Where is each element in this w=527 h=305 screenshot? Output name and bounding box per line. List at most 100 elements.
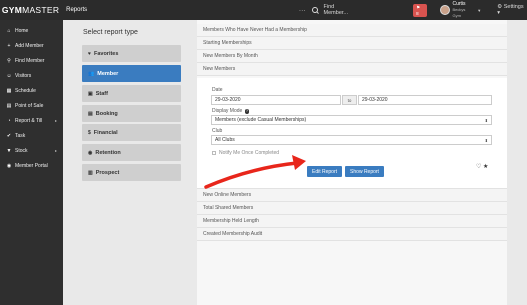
sidebar-item-member-portal[interactable]: ◉ Member Portal <box>0 158 63 173</box>
club-select[interactable]: All Clubs ⬍ <box>211 135 492 145</box>
sidebar-item-schedule[interactable]: ▦ Schedule <box>0 83 63 98</box>
report-type-label: Booking <box>95 110 118 117</box>
select-arrows-icon: ⬍ <box>484 137 488 143</box>
report-list-item[interactable]: New Members <box>197 63 507 76</box>
report-list-item[interactable]: Members Who Have Never Had a Membership <box>197 24 507 37</box>
stock-icon: ▼ <box>6 147 12 154</box>
logo-text-master: MASTER <box>22 5 60 15</box>
report-type-label: Staff <box>95 90 108 97</box>
sidebar-item-label: Home <box>15 27 29 34</box>
notify-label: Notify Me Once Completed <box>219 150 280 156</box>
report-type-label: Member <box>97 70 119 77</box>
sidebar-item-stock[interactable]: ▼ Stock ▸ <box>0 143 63 158</box>
booking-icon: ▤ <box>88 110 93 117</box>
report-list-item[interactable]: Starting Memberships <box>197 37 507 50</box>
sidebar-item-visitors[interactable]: ☺ Visitors <box>0 68 63 83</box>
report-type-heading: Select report type <box>83 29 138 36</box>
task-icon: ✔ <box>6 132 12 139</box>
report-type-prospect[interactable]: ▥ Prospect <box>82 164 181 181</box>
portal-icon: ◉ <box>6 162 12 169</box>
notify-checkbox[interactable] <box>212 151 216 155</box>
report-type-retention[interactable]: ◉ Retention <box>82 144 181 161</box>
gymmaster-logo[interactable]: GYM MASTER <box>0 0 61 20</box>
report-list-item[interactable]: Membership Held Length <box>197 215 507 228</box>
calendar-icon: ▦ <box>6 87 12 94</box>
find-member-search-input[interactable]: Find Member... <box>324 4 360 16</box>
sidebar-item-label: Point of Sale <box>15 102 44 109</box>
sidebar-item-label: Find Member <box>15 57 45 64</box>
member-icon: 👥 <box>88 70 95 77</box>
plus-icon: + <box>7 42 11 49</box>
user-menu[interactable]: Curtis Beckys Gym <box>453 1 475 19</box>
report-type-financial[interactable]: $ Financial <box>82 124 181 141</box>
favorites-icon: ♥ <box>88 50 91 57</box>
more-icon[interactable]: ... <box>299 7 306 13</box>
report-icon: ◔ <box>7 117 11 124</box>
avatar[interactable] <box>439 5 450 15</box>
sidebar-item-report-till[interactable]: ◔ Report & Till ▸ <box>0 113 63 128</box>
retention-icon: ◉ <box>88 149 93 156</box>
report-type-member[interactable]: 👥 Member <box>82 65 181 82</box>
report-type-favorites[interactable]: ♥ Favorites <box>82 45 181 62</box>
display-mode-select[interactable]: Members (exclude Casual Memberships) ⬍ <box>211 115 492 125</box>
show-report-button[interactable]: Show Report <box>345 166 384 177</box>
report-type-booking[interactable]: ▤ Booking <box>82 105 181 122</box>
sidebar-item-label: Schedule <box>15 87 36 94</box>
sidebar-item-label: Stock <box>15 147 28 154</box>
report-list-item[interactable]: Created Membership Audit <box>197 228 507 241</box>
settings-label: Settings <box>503 4 524 10</box>
pos-icon: ▤ <box>6 102 12 109</box>
select-arrows-icon: ⬍ <box>484 117 488 123</box>
sidebar-item-point-of-sale[interactable]: ▤ Point of Sale <box>0 98 63 113</box>
sidebar-item-label: Visitors <box>15 72 32 79</box>
notification-count: 8 <box>416 10 419 16</box>
report-type-label: Favorites <box>93 50 119 57</box>
date-to-input[interactable]: 29-03-2020 <box>358 95 492 105</box>
sidebar-item-task[interactable]: ✔ Task <box>0 128 63 143</box>
chevron-right-icon: ▸ <box>54 148 57 153</box>
display-mode-value: Members (exclude Casual Memberships) <box>215 117 307 123</box>
date-from-input[interactable]: 29-03-2020 <box>211 95 341 105</box>
report-list-item[interactable]: New Members By Month <box>197 50 507 63</box>
club-value: All Clubs <box>215 137 235 143</box>
star-icon[interactable]: ★ <box>483 163 488 170</box>
report-type-label: Retention <box>95 149 121 156</box>
display-mode-label-text: Display Mode <box>212 108 243 114</box>
sidebar-item-label: Report & Till <box>15 117 43 124</box>
report-type-label: Financial <box>93 129 118 136</box>
sidebar: ⌂ Home + Add Member ⚲ Find Member ☺ Visitors ▦ Sc… <box>0 20 63 305</box>
date-label: Date <box>212 87 223 93</box>
chevron-right-icon: ▸ <box>54 118 57 123</box>
sidebar-item-find-member[interactable]: ⚲ Find Member <box>0 53 63 68</box>
display-mode-label: Display Mode ? <box>212 108 250 114</box>
settings-menu[interactable]: ⚙ Settings ▾ <box>497 4 527 16</box>
sidebar-item-label: Task <box>15 132 26 139</box>
financial-icon: $ <box>88 129 91 136</box>
page-title: Reports <box>66 7 88 13</box>
notification-badge[interactable]: ⚑ 8 <box>413 3 427 17</box>
top-navbar: GYM MASTER Reports ... Find Member... ⚑ 8… <box>0 0 527 20</box>
edit-report-button[interactable]: Edit Report <box>307 166 342 177</box>
report-list-item[interactable]: Total Shared Members <box>197 202 507 215</box>
date-range-to-label: to <box>342 95 357 105</box>
prospect-icon: ▥ <box>88 169 93 176</box>
chevron-down-icon[interactable]: ▼ <box>477 8 481 13</box>
report-type-staff[interactable]: ▣ Staff <box>82 85 181 102</box>
report-type-label: Prospect <box>95 169 120 176</box>
new-members-report-options: Date 29-03-2020 to 29-03-2020 Display Mo… <box>197 78 507 189</box>
user-gym-name: Beckys Gym <box>452 7 466 18</box>
sidebar-item-add-member[interactable]: + Add Member <box>0 38 63 53</box>
help-icon[interactable]: ? <box>244 109 250 114</box>
staff-icon: ▣ <box>88 90 93 97</box>
sidebar-item-home[interactable]: ⌂ Home <box>0 23 63 38</box>
sidebar-item-label: Add Member <box>15 42 44 49</box>
search-icon[interactable] <box>311 7 318 13</box>
visitors-icon: ☺ <box>6 72 12 79</box>
favorite-heart-icon[interactable]: ♡ <box>476 163 481 170</box>
sidebar-item-label: Member Portal <box>15 162 48 169</box>
report-list-item[interactable]: New Online Members <box>197 189 507 202</box>
club-label: Club <box>212 128 223 134</box>
home-icon: ⌂ <box>7 27 11 34</box>
logo-text-gym: GYM <box>1 5 23 15</box>
search-icon: ⚲ <box>7 57 11 64</box>
